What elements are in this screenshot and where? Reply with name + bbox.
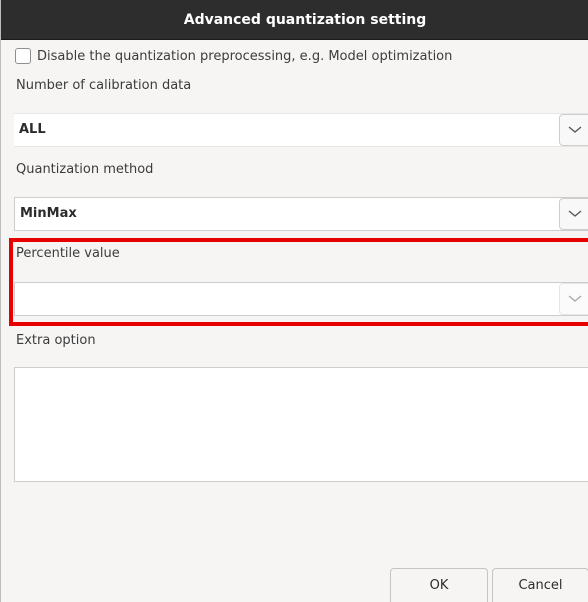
disable-preprocessing-label: Disable the quantization preprocessing, …: [37, 48, 453, 64]
percentile-value-label: Percentile value: [16, 246, 120, 261]
percentile-value-combo[interactable]: [14, 282, 588, 316]
extra-option-textarea[interactable]: [14, 367, 588, 482]
dialog-title-bar[interactable]: Advanced quantization setting: [1, 0, 588, 40]
extra-option-label: Extra option: [16, 333, 96, 348]
chevron-down-icon: [568, 126, 581, 133]
chevron-down-icon: [568, 210, 581, 217]
quantization-method-label: Quantization method: [16, 162, 154, 177]
quantization-method-value: MinMax: [20, 206, 77, 221]
disable-preprocessing-row[interactable]: Disable the quantization preprocessing, …: [15, 45, 452, 67]
quantization-method-combo[interactable]: MinMax: [14, 197, 588, 231]
calibration-data-value: ALL: [19, 122, 46, 137]
dialog-title: Advanced quantization setting: [183, 11, 427, 28]
percentile-value-dropdown-button[interactable]: [559, 283, 588, 315]
chevron-down-icon: [568, 295, 581, 302]
calibration-data-label: Number of calibration data: [16, 78, 192, 93]
ok-button[interactable]: OK: [390, 568, 488, 602]
cancel-button[interactable]: Cancel: [492, 568, 588, 602]
disable-preprocessing-checkbox[interactable]: [15, 48, 31, 64]
calibration-data-dropdown-button[interactable]: [559, 114, 588, 146]
calibration-data-combo[interactable]: ALL: [14, 113, 588, 147]
quantization-method-dropdown-button[interactable]: [559, 198, 588, 230]
advanced-quantization-dialog: Advanced quantization setting Disable th…: [0, 0, 588, 602]
